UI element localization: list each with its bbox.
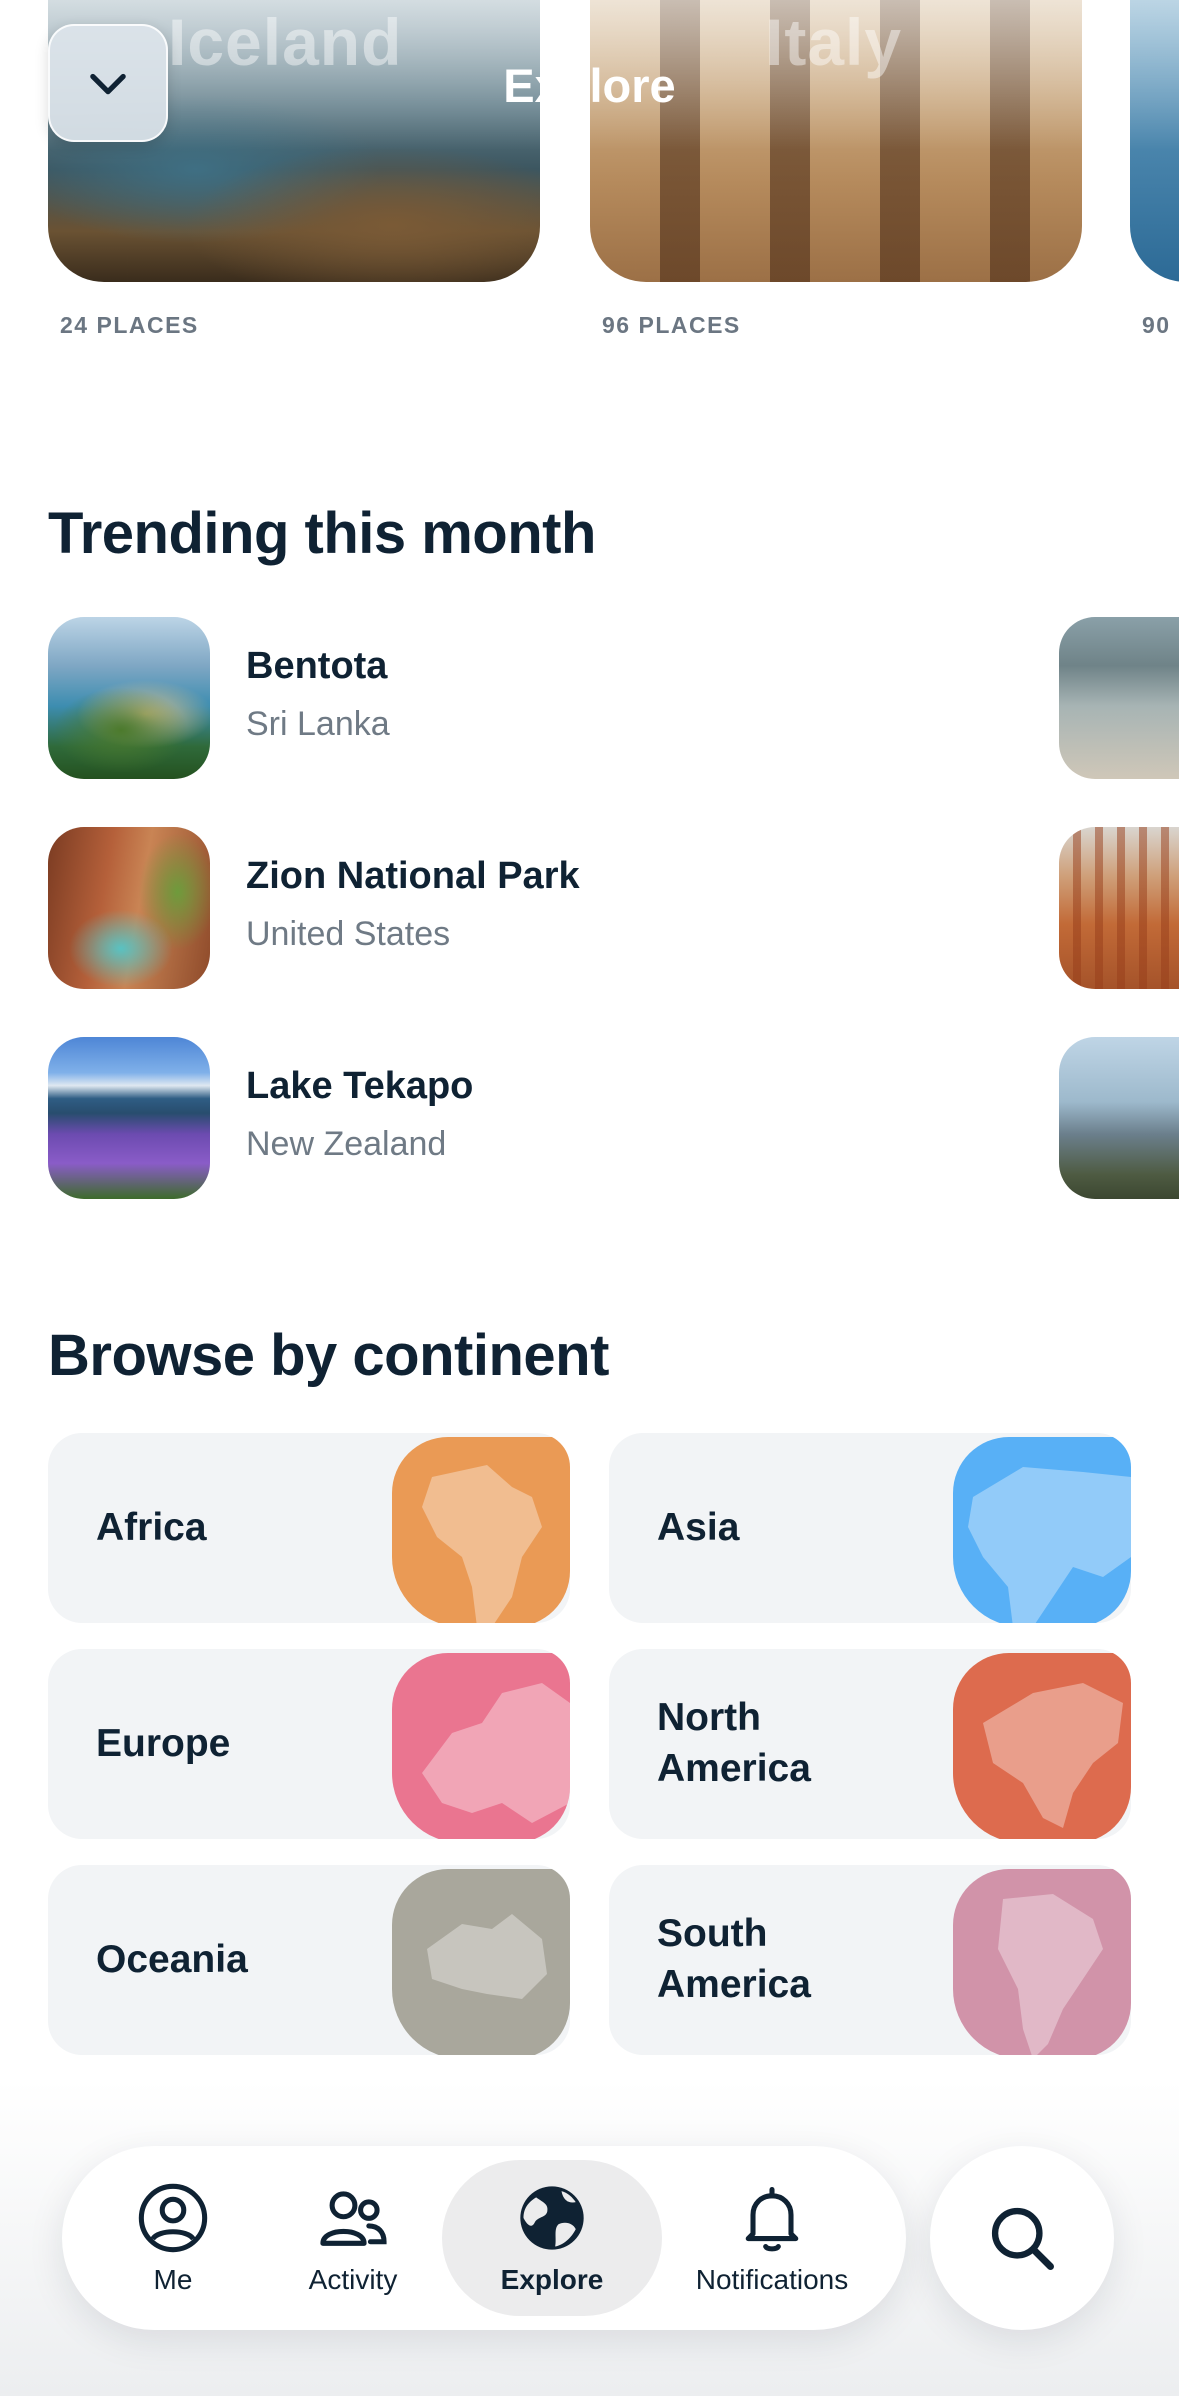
tab-label: Explore	[500, 2264, 604, 2295]
continent-label: Africa	[96, 1505, 207, 1549]
search-icon	[991, 2207, 1054, 2270]
tab-me[interactable]: Me	[98, 2160, 248, 2316]
continent-card-south-america[interactable]: South America	[609, 1865, 1131, 2055]
trending-thumbnail	[48, 827, 210, 989]
trending-item-country: Sri Lanka	[246, 705, 390, 743]
trending-thumbnail	[48, 617, 210, 779]
places-count: 96 PLACES	[602, 312, 741, 338]
continent-card-europe[interactable]: Europe	[48, 1649, 570, 1839]
trending-item[interactable]: Bentota Sri Lanka	[48, 617, 1148, 779]
page-title: Explore	[503, 59, 676, 112]
trending-item[interactable]: Lake Tekapo New Zealand	[48, 1037, 1148, 1199]
africa-map-icon	[392, 1437, 570, 1623]
tab-notifications[interactable]: Notifications	[662, 2160, 882, 2316]
trending-item-name: Zion National Park	[246, 855, 580, 897]
search-button[interactable]	[930, 2146, 1114, 2330]
continent-label: North America	[657, 1696, 811, 1790]
south-america-map-icon	[953, 1869, 1131, 2055]
globe-icon	[520, 2186, 584, 2250]
country-card-next[interactable]	[1130, 0, 1179, 282]
continent-label: Oceania	[96, 1937, 248, 1981]
country-carousel[interactable]: Iceland Italy 24 PLACES 96 PLACES 90	[0, 0, 1179, 360]
trending-item[interactable]: Zion National Park United States	[48, 827, 1148, 989]
next-column-thumbnail[interactable]	[1059, 1037, 1179, 1199]
tab-bar: Me Activity Explore Notifications	[62, 2146, 906, 2330]
asia-map-icon	[953, 1437, 1131, 1623]
continent-label: Asia	[657, 1505, 740, 1549]
continents-heading: Browse by continent	[48, 1323, 609, 1388]
continent-card-asia[interactable]: Asia	[609, 1433, 1131, 1623]
continent-label: Europe	[96, 1721, 231, 1765]
places-count: 24 PLACES	[60, 312, 199, 338]
trending-item-name: Lake Tekapo	[246, 1065, 474, 1107]
trending-item-name: Bentota	[246, 645, 388, 687]
tab-label: Activity	[308, 2264, 398, 2295]
north-america-map-icon	[953, 1653, 1131, 1839]
country-card-italy[interactable]: Italy	[590, 0, 1082, 282]
continent-card-africa[interactable]: Africa	[48, 1433, 570, 1623]
europe-map-icon	[392, 1653, 570, 1839]
next-column-thumbnail[interactable]	[1059, 827, 1179, 989]
tab-label: Me	[153, 2264, 193, 2295]
oceania-map-icon	[392, 1869, 570, 2055]
continent-label: South America	[657, 1912, 811, 2006]
trending-item-country: New Zealand	[246, 1125, 447, 1163]
places-count: 90	[1142, 312, 1171, 338]
bell-icon	[745, 2186, 799, 2252]
next-column-thumbnail[interactable]	[1059, 617, 1179, 779]
trending-item-country: United States	[246, 915, 451, 953]
users-icon	[320, 2191, 387, 2246]
trending-thumbnail	[48, 1037, 210, 1199]
user-circle-icon	[138, 2183, 208, 2253]
continent-card-north-america[interactable]: North America	[609, 1649, 1131, 1839]
tab-activity[interactable]: Activity	[278, 2160, 428, 2316]
continent-card-oceania[interactable]: Oceania	[48, 1865, 570, 2055]
trending-heading: Trending this month	[48, 501, 596, 566]
tab-explore[interactable]: Explore	[442, 2160, 662, 2316]
tab-label: Notifications	[695, 2264, 849, 2295]
